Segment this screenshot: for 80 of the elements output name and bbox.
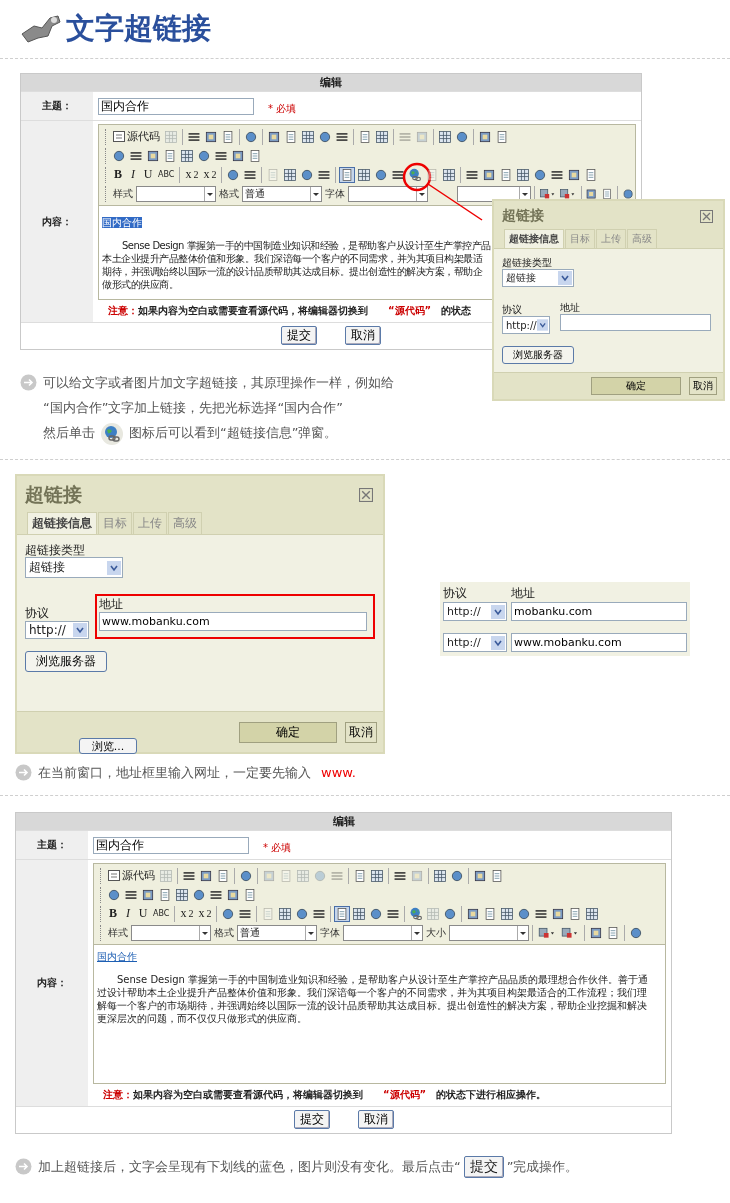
combo-label: 格式 [218,186,239,201]
format-button[interactable]: I [121,905,135,922]
field-label: 内容： [16,860,88,1106]
combo-label: 大小 [426,925,446,940]
protocol-select[interactable]: http:// [443,633,507,652]
combo-label: 样式 [108,925,128,940]
address-field[interactable]: www.mobanku.com [99,611,367,631]
protocol-select[interactable]: http:// [25,620,89,639]
note-text: 可以给文字或者图片加文字超链接，其原理操作一样，例如给 [43,375,394,390]
field-label: 协议 [443,585,468,602]
note-text: ”完成操作。 [506,1159,579,1174]
dropdown-field[interactable]: 普通 [237,924,317,941]
subject-field[interactable]: 国内合作 [93,836,249,854]
format-button[interactable]: U [136,905,150,922]
format-button[interactable]: ABC [156,166,177,183]
source-button[interactable]: 源代码 [106,867,157,884]
note-text: 然后单击 [43,425,95,440]
browse-server-button[interactable]: 浏览服务器 [25,650,107,672]
link-type-select[interactable]: 超链接 [25,557,123,579]
note-text: 加上超链接后，文字会呈现有下划线的蓝色，图片则没有变化。最后点击“ [38,1159,461,1174]
body-text: 期待，并强调始终以国际一流的设计品质帮助其达成目标。提出创造性的解决方案，帮助企 [102,265,482,278]
browse-button[interactable]: 浏览... [79,738,137,754]
subject-field[interactable]: 国内合作 [98,97,254,115]
field-label: 主题： [16,831,88,859]
source-button[interactable]: 源代码 [111,128,162,145]
note-text: 图标后可以看到“超链接信息”弹窗。 [129,425,338,440]
protocol-select[interactable]: http:// [502,316,550,334]
cancel-button[interactable]: 取消 [357,1110,394,1129]
notice-text: 注意：如果内容为空白或需要查看源代码，将编辑器切换到 “源代码” 的状态 [107,304,472,318]
address-field[interactable]: mobanku.com [511,602,687,621]
format-button[interactable]: U [141,166,155,183]
selected-text: 国内合作 [102,217,142,228]
link-type-select[interactable]: 超链接 [502,269,574,287]
body-text: Sense Design 掌握第一手的中国制造业知识和经验，是帮助客户从设计至生产掌控产品 [121,239,491,252]
dialog-tab[interactable]: 超链接信息 [504,229,564,248]
body-text: 做形式的供应商。 [102,278,178,291]
dialog-title: 超链接 [502,207,544,225]
browse-server-button[interactable]: 浏览服务器 [502,346,574,364]
dropdown-field[interactable]: 普通 [241,185,322,202]
field-label: 超链接类型 [502,257,553,269]
ok-button[interactable]: 确定 [591,377,681,395]
field-label: 地址 [99,597,124,612]
dialog-tab[interactable]: 超链接信息 [27,512,97,534]
combo-label: 字体 [320,925,340,940]
page-title: 文字超链接 [66,10,211,47]
format-button[interactable]: B [111,166,125,183]
cancel-button[interactable]: 取消 [345,326,381,345]
note-text: www. [321,765,356,780]
cancel-button[interactable]: 取消 [345,721,377,743]
combo-label: 样式 [112,186,133,201]
panel-title: 编辑 [21,74,641,91]
field-label: 协议 [502,304,523,316]
cancel-button[interactable]: 取消 [689,377,717,395]
link-text[interactable]: 国内合作 [97,951,137,962]
notice-text: 注意：如果内容为空白或需要查看源代码，将编辑器切换到 “源代码” 的状态下进行相应操作。 [102,1088,547,1102]
format-button[interactable]: ABC [151,905,172,922]
note-text: “国内合作”文字加上链接，先把光标选择“国内合作” [43,400,343,415]
protocol-select[interactable]: http:// [443,602,507,621]
body-text: Sense Design 掌握第一手的中国制造业知识和经验，是帮助客户从设计至生产掌控产品品质的最理想合作伙伴。善于通过设计帮助本土企业提升产品整体价值和形象。我们深谙每一个客户的不同需求，并为其项目构架最适合的工作流程；我们理解每一个客户的市场期待，并强调始终以国际一流的设计品质帮助其达成目标。提出创造性的解决方案，帮助企业挖掘和解决更深层次的问题，而不仅仅只做形式的供应商。 [97,973,650,1025]
note-text: 在当前窗口，地址框里输入网址，一定要先输入 [38,765,311,780]
field-label: 超链接类型 [25,543,86,558]
required-mark: * 必填 [263,841,292,855]
field-label: 主题： [21,92,93,120]
field-label: 协议 [25,606,50,621]
ok-button[interactable]: 确定 [239,721,337,743]
format-button[interactable]: I [126,166,140,183]
format-button[interactable]: B [106,905,120,922]
field-label: 地址 [511,585,535,602]
panel-title: 编辑 [16,813,671,830]
body-text: 本土企业提升产品整体价值和形象。我们深谙每一个客户的不同需求，并为其项目构架最适 [102,252,482,265]
submit-button[interactable]: 提交 [293,1110,330,1129]
required-mark: * 必填 [268,102,297,116]
field-label: 内容： [21,121,93,322]
field-label: 地址 [560,302,581,314]
submit-button[interactable]: 提交 [463,1155,504,1178]
submit-button[interactable]: 提交 [281,326,317,345]
dialog-title: 超链接 [25,482,82,507]
combo-label: 字体 [324,186,345,201]
address-field[interactable]: www.mobanku.com [511,633,687,652]
combo-label: 格式 [214,925,234,940]
